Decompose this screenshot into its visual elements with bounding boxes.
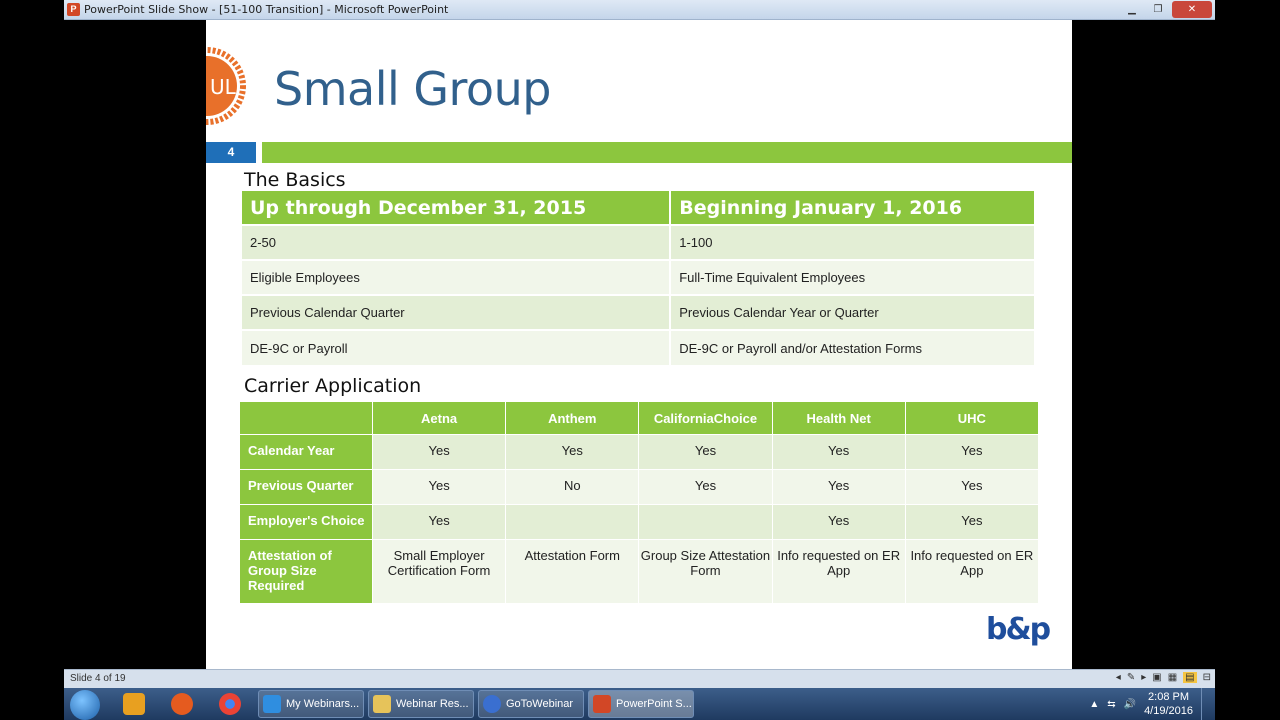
row-header: Calendar Year — [239, 434, 373, 470]
table-cell: 2-50 — [242, 224, 672, 260]
taskbar: My Webinars... Webinar Res... GoToWebina… — [64, 688, 1215, 720]
table-cell: Yes — [371, 469, 507, 505]
table-cell: Yes — [371, 504, 507, 540]
close-button[interactable]: ✕ — [1172, 1, 1212, 18]
slideshow-icon[interactable]: ⊟ — [1203, 672, 1211, 683]
table-cell: Small Employer Certification Form — [371, 539, 507, 604]
task-webinar-res[interactable]: Webinar Res... — [368, 690, 474, 718]
slide-sorter-icon[interactable]: ▦ — [1168, 672, 1177, 683]
ie-icon — [263, 695, 281, 713]
task-label: GoToWebinar — [506, 698, 574, 710]
volume-icon[interactable]: 🔊 — [1124, 699, 1136, 710]
carrier-table: Aetna Anthem CaliforniaChoice Health Net… — [239, 401, 1040, 604]
row-header: Previous Quarter — [239, 469, 373, 505]
table-row: Attestation of Group Size Required Small… — [239, 539, 1040, 604]
clock-time: 2:08 PM — [1148, 691, 1190, 703]
table-cell: Full-Time Equivalent Employees — [670, 259, 1036, 295]
carrier-header: UHC — [904, 401, 1040, 435]
next-slide-icon[interactable]: ▸ — [1141, 672, 1146, 683]
table-cell: Yes — [904, 504, 1040, 540]
logo-text: UL — [210, 75, 237, 99]
status-bar: Slide 4 of 19 ◂ ✎ ▸ ▣ ▦ ▤ ⊟ — [64, 669, 1215, 688]
table-cell: Eligible Employees — [242, 259, 672, 295]
table-row: Previous Quarter Yes No Yes Yes Yes — [239, 469, 1040, 505]
table-cell: Yes — [371, 434, 507, 470]
table-cell: DE-9C or Payroll and/or Attestation Form… — [670, 329, 1036, 365]
table-cell: DE-9C or Payroll — [242, 329, 672, 365]
row-header: Attestation of Group Size Required — [239, 539, 373, 604]
carrier-header: Aetna — [371, 401, 507, 435]
show-desktop-button[interactable] — [1201, 688, 1211, 720]
outlook-icon[interactable] — [114, 690, 154, 718]
table-row: Eligible Employees Full-Time Equivalent … — [242, 259, 1036, 295]
task-gotowebinar[interactable]: GoToWebinar — [478, 690, 584, 718]
table-cell: Yes — [638, 434, 773, 470]
company-logo: UL — [206, 47, 246, 125]
table-cell: Yes — [904, 434, 1040, 470]
powerpoint-icon: P — [67, 3, 80, 16]
network-icon[interactable]: ⇆ — [1107, 699, 1115, 710]
normal-view-icon[interactable]: ▣ — [1152, 672, 1161, 683]
title-divider — [262, 142, 1072, 163]
table-row: Calendar Year Yes Yes Yes Yes Yes — [239, 434, 1040, 470]
table-cell: Yes — [904, 469, 1040, 505]
minimize-button[interactable]: ▁ — [1120, 1, 1144, 18]
table-cell: Yes — [771, 434, 906, 470]
table-cell: Yes — [771, 504, 906, 540]
pen-icon[interactable]: ✎ — [1127, 672, 1135, 683]
table-row: 2-50 1-100 — [242, 224, 1036, 260]
carrier-label: Carrier Application — [244, 375, 422, 397]
table-cell: Previous Calendar Quarter — [242, 294, 672, 330]
gotowebinar-icon — [483, 695, 501, 713]
basics-header: Up through December 31, 2015 — [242, 191, 672, 225]
clock[interactable]: 2:08 PM 4/19/2016 — [1144, 690, 1193, 718]
table-cell: Previous Calendar Year or Quarter — [670, 294, 1036, 330]
folder-icon — [373, 695, 391, 713]
chrome-icon[interactable] — [210, 690, 250, 718]
task-label: Webinar Res... — [396, 698, 469, 710]
table-cell: Info requested on ER App — [904, 539, 1040, 604]
table-cell: 1-100 — [670, 224, 1036, 260]
row-header: Employer's Choice — [239, 504, 373, 540]
start-button[interactable] — [70, 690, 100, 720]
carrier-header — [239, 401, 373, 435]
task-label: PowerPoint S... — [616, 698, 692, 710]
firefox-icon[interactable] — [162, 690, 202, 718]
table-cell: Info requested on ER App — [771, 539, 906, 604]
system-tray: ▲ ⇆ 🔊 2:08 PM 4/19/2016 — [1089, 688, 1211, 720]
restore-button[interactable]: ❐ — [1146, 1, 1170, 18]
table-cell: Group Size Attestation Form — [638, 539, 773, 604]
clock-date: 4/19/2016 — [1144, 705, 1193, 717]
slide-title: Small Group — [274, 62, 551, 116]
table-row: Employer's Choice Yes Yes Yes — [239, 504, 1040, 540]
table-cell: Yes — [771, 469, 906, 505]
window-titlebar: P PowerPoint Slide Show - [51-100 Transi… — [64, 0, 1215, 20]
task-powerpoint[interactable]: PowerPoint S... — [588, 690, 694, 718]
window-title: PowerPoint Slide Show - [51-100 Transiti… — [84, 3, 449, 16]
table-cell: Attestation Form — [505, 539, 640, 604]
carrier-header: CaliforniaChoice — [638, 401, 773, 435]
slide: UL Small Group 4 The Basics Up through D… — [206, 20, 1072, 669]
table-cell — [638, 504, 773, 540]
carrier-header: Anthem — [505, 401, 640, 435]
reading-view-icon[interactable]: ▤ — [1183, 672, 1197, 683]
powerpoint-icon — [593, 695, 611, 713]
table-cell: Yes — [505, 434, 640, 470]
task-my-webinars[interactable]: My Webinars... — [258, 690, 364, 718]
table-cell: Yes — [638, 469, 773, 505]
table-row: DE-9C or Payroll DE-9C or Payroll and/or… — [242, 329, 1036, 365]
carrier-header: Health Net — [771, 401, 906, 435]
bp-logo: b&p — [986, 612, 1051, 647]
slide-number: 4 — [206, 142, 256, 163]
basics-label: The Basics — [244, 169, 346, 191]
table-row: Previous Calendar Quarter Previous Calen… — [242, 294, 1036, 330]
prev-slide-icon[interactable]: ◂ — [1116, 672, 1121, 683]
basics-header: Beginning January 1, 2016 — [670, 191, 1036, 225]
show-hidden-icons[interactable]: ▲ — [1089, 699, 1099, 710]
task-label: My Webinars... — [286, 698, 360, 710]
table-cell: No — [505, 469, 640, 505]
table-cell — [505, 504, 640, 540]
basics-table: Up through December 31, 2015 Beginning J… — [242, 191, 1036, 365]
slide-counter: Slide 4 of 19 — [70, 673, 126, 684]
